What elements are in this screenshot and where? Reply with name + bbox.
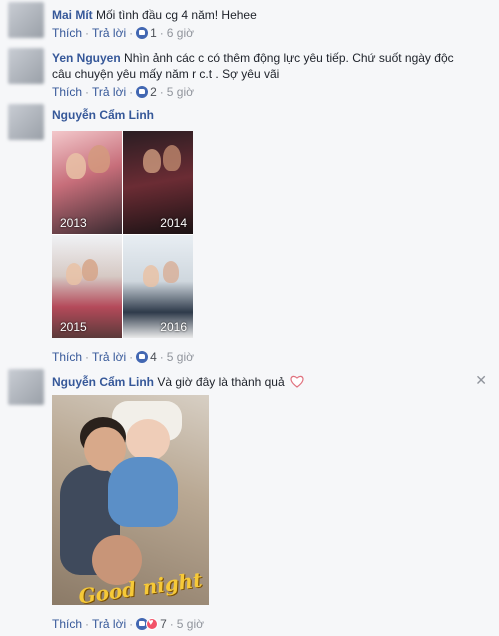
comment-time[interactable]: 5 giờ	[167, 85, 194, 99]
comment-body: Nguyễn Cẩm Linh	[52, 108, 154, 123]
comment-text: Mối tình đầu cg 4 năm! Hehee	[96, 8, 257, 22]
reply-button[interactable]: Trả lời	[92, 350, 126, 364]
like-button[interactable]: Thích	[52, 85, 82, 99]
comment-photo[interactable]: Good night	[52, 395, 209, 605]
comment-author[interactable]: Mai Mít	[52, 8, 93, 22]
comment-body: Nguyễn Cẩm Linh Và giờ đây là thành quả	[52, 375, 304, 390]
comment-actions: Thích·Trả lời·7·5 giờ	[52, 617, 204, 631]
avatar[interactable]	[8, 369, 44, 405]
avatar[interactable]	[8, 104, 44, 140]
comment-time[interactable]: 5 giờ	[167, 350, 194, 364]
like-icon	[136, 27, 149, 39]
reaction-count: 7	[160, 617, 167, 631]
comment-actions: Thích · Trả lời · 2 · 5 giờ	[52, 85, 195, 99]
avatar[interactable]	[8, 48, 44, 84]
like-icon	[136, 86, 149, 98]
comment-author[interactable]: Nguyễn Cẩm Linh	[52, 375, 154, 389]
photo-year-label: 2013	[60, 216, 87, 230]
photo-2013[interactable]: 2013	[52, 131, 122, 234]
photo-year-label: 2015	[60, 320, 87, 334]
reaction-count: 1	[150, 26, 157, 40]
comment-body: Mai Mít Mối tình đầu cg 4 năm! Hehee	[52, 8, 257, 23]
reaction-summary[interactable]: 4	[136, 350, 157, 364]
comment-actions: Thích · Trả lời · 1 · 6 giờ	[52, 26, 195, 40]
avatar[interactable]	[8, 2, 44, 38]
reaction-summary[interactable]: 2	[136, 85, 157, 99]
comment-text-line-1: Nhìn ảnh các c có thêm động lực yêu tiếp…	[124, 51, 454, 65]
photo-2016[interactable]: 2016	[123, 235, 193, 338]
photo-year-label: 2014	[160, 216, 187, 230]
comment-text: Và giờ đây là thành quả	[157, 375, 285, 389]
comment-text-line-2: câu chuyện yêu mấy năm r c.t . Sợ yêu vã…	[52, 67, 280, 81]
like-button[interactable]: Thích	[52, 26, 82, 40]
photo-year-label: 2016	[160, 320, 187, 334]
comment-actions: Thích · Trả lời · 4 · 5 giờ	[52, 350, 195, 364]
like-button[interactable]: Thích	[52, 617, 82, 631]
photo-2014[interactable]: 2014	[123, 131, 193, 234]
comment-time[interactable]: 5 giờ	[177, 617, 204, 631]
reply-button[interactable]: Trả lời	[92, 617, 126, 631]
comment-body: Yen Nguyen Nhìn ảnh các c có thêm động l…	[52, 51, 454, 66]
comment-author[interactable]: Yen Nguyen	[52, 51, 121, 65]
comment-time[interactable]: 6 giờ	[167, 26, 194, 40]
reaction-count: 4	[150, 350, 157, 364]
reaction-summary[interactable]: 1	[136, 26, 157, 40]
photo-2015[interactable]: 2015	[52, 235, 122, 338]
reply-button[interactable]: Trả lời	[92, 85, 126, 99]
comment-author[interactable]: Nguyễn Cẩm Linh	[52, 108, 154, 122]
like-button[interactable]: Thích	[52, 350, 82, 364]
reaction-count: 2	[150, 85, 157, 99]
like-icon	[136, 351, 149, 363]
reply-button[interactable]: Trả lời	[92, 26, 126, 40]
reaction-summary[interactable]: 7	[136, 617, 167, 631]
heart-emoji-icon	[290, 375, 304, 388]
photo-collage[interactable]: 2013 2014 2015 2016	[52, 131, 193, 338]
love-icon	[146, 617, 159, 630]
close-icon[interactable]: ✕	[475, 372, 487, 389]
